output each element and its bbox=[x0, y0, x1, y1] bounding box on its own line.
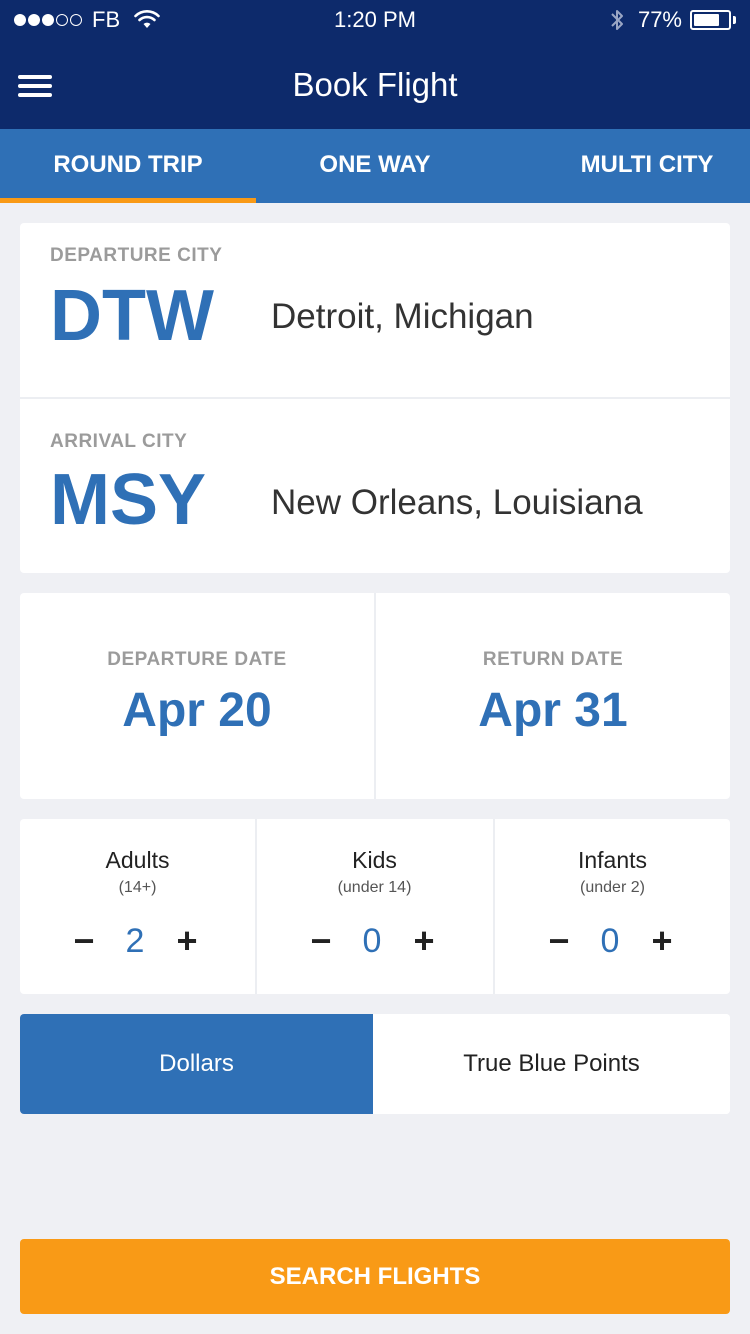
status-bar: FB 1:20 PM 77% bbox=[0, 0, 750, 40]
search-flights-button[interactable]: SEARCH FLIGHTS bbox=[20, 1239, 730, 1314]
adults-selector: Adults (14+) − 2 + bbox=[20, 819, 255, 994]
page-title: Book Flight bbox=[292, 66, 458, 103]
departure-city-selector[interactable]: DEPARTURE CITY DTW Detroit, Michigan bbox=[20, 223, 730, 398]
true-blue-points-option[interactable]: True Blue Points bbox=[373, 1014, 730, 1114]
infants-minus-button[interactable]: − bbox=[539, 919, 579, 963]
kids-age-range: (under 14) bbox=[337, 879, 412, 896]
trip-type-tabs: ROUND TRIP ONE WAY MULTI CITY bbox=[0, 129, 750, 203]
active-tab-indicator bbox=[0, 198, 256, 203]
arrival-city-name: New Orleans, Louisiana bbox=[271, 483, 643, 522]
adults-title: Adults bbox=[105, 847, 170, 873]
arrival-city-label: ARRIVAL CITY bbox=[50, 431, 188, 452]
passengers-card: Adults (14+) − 2 + Kids (under 14) − 0 +… bbox=[20, 819, 730, 994]
battery-body bbox=[690, 10, 731, 30]
currency-toggle: Dollars True Blue Points bbox=[20, 1014, 730, 1114]
tab-multi-city[interactable]: MULTI CITY bbox=[494, 129, 750, 203]
departure-date-value: Apr 20 bbox=[122, 684, 272, 737]
kids-minus-button[interactable]: − bbox=[301, 919, 341, 963]
adults-minus-button[interactable]: − bbox=[64, 919, 104, 963]
battery-tip bbox=[733, 16, 736, 24]
adults-count: 2 bbox=[125, 922, 145, 960]
departure-city-name: Detroit, Michigan bbox=[271, 297, 534, 336]
dates-card: DEPARTURE DATE Apr 20 RETURN DATE Apr 31 bbox=[20, 593, 730, 799]
bluetooth-icon bbox=[611, 10, 623, 30]
adults-age-range: (14+) bbox=[118, 879, 157, 896]
departure-city-label: DEPARTURE CITY bbox=[50, 245, 223, 266]
adults-stepper: − 2 + bbox=[20, 919, 255, 963]
dollars-option[interactable]: Dollars bbox=[20, 1014, 373, 1114]
infants-title: Infants bbox=[577, 847, 648, 873]
infants-plus-button[interactable]: + bbox=[642, 919, 682, 963]
battery-icon bbox=[690, 9, 736, 31]
status-right: 77% bbox=[610, 7, 736, 33]
return-date-value: Apr 31 bbox=[478, 684, 628, 737]
departure-date-label: DEPARTURE DATE bbox=[107, 649, 287, 670]
cities-card: DEPARTURE CITY DTW Detroit, Michigan ARR… bbox=[20, 223, 730, 573]
departure-airport-code: DTW bbox=[50, 276, 214, 356]
return-date-label: RETURN DATE bbox=[482, 649, 624, 670]
infants-selector: Infants (under 2) − 0 + bbox=[495, 819, 730, 994]
tab-one-way[interactable]: ONE WAY bbox=[256, 129, 494, 203]
arrival-city-selector[interactable]: ARRIVAL CITY MSY New Orleans, Louisiana bbox=[20, 399, 730, 574]
arrival-airport-code: MSY bbox=[50, 460, 207, 540]
kids-selector: Kids (under 14) − 0 + bbox=[257, 819, 492, 994]
battery-fill bbox=[694, 14, 719, 26]
departure-date-selector[interactable]: DEPARTURE DATE Apr 20 bbox=[20, 593, 374, 799]
kids-stepper: − 0 + bbox=[257, 919, 492, 963]
infants-count: 0 bbox=[600, 922, 620, 960]
kids-title: Kids bbox=[352, 847, 397, 873]
infants-age-range: (under 2) bbox=[580, 879, 645, 896]
battery-percentage: 77% bbox=[637, 7, 682, 32]
tab-round-trip[interactable]: ROUND TRIP bbox=[0, 129, 256, 203]
infants-stepper: − 0 + bbox=[495, 919, 730, 963]
kids-count: 0 bbox=[362, 922, 382, 960]
return-date-selector[interactable]: RETURN DATE Apr 31 bbox=[376, 593, 730, 799]
kids-plus-button[interactable]: + bbox=[404, 919, 444, 963]
app-header: FB 1:20 PM 77% Book Flight bbox=[0, 0, 750, 129]
adults-plus-button[interactable]: + bbox=[167, 919, 207, 963]
